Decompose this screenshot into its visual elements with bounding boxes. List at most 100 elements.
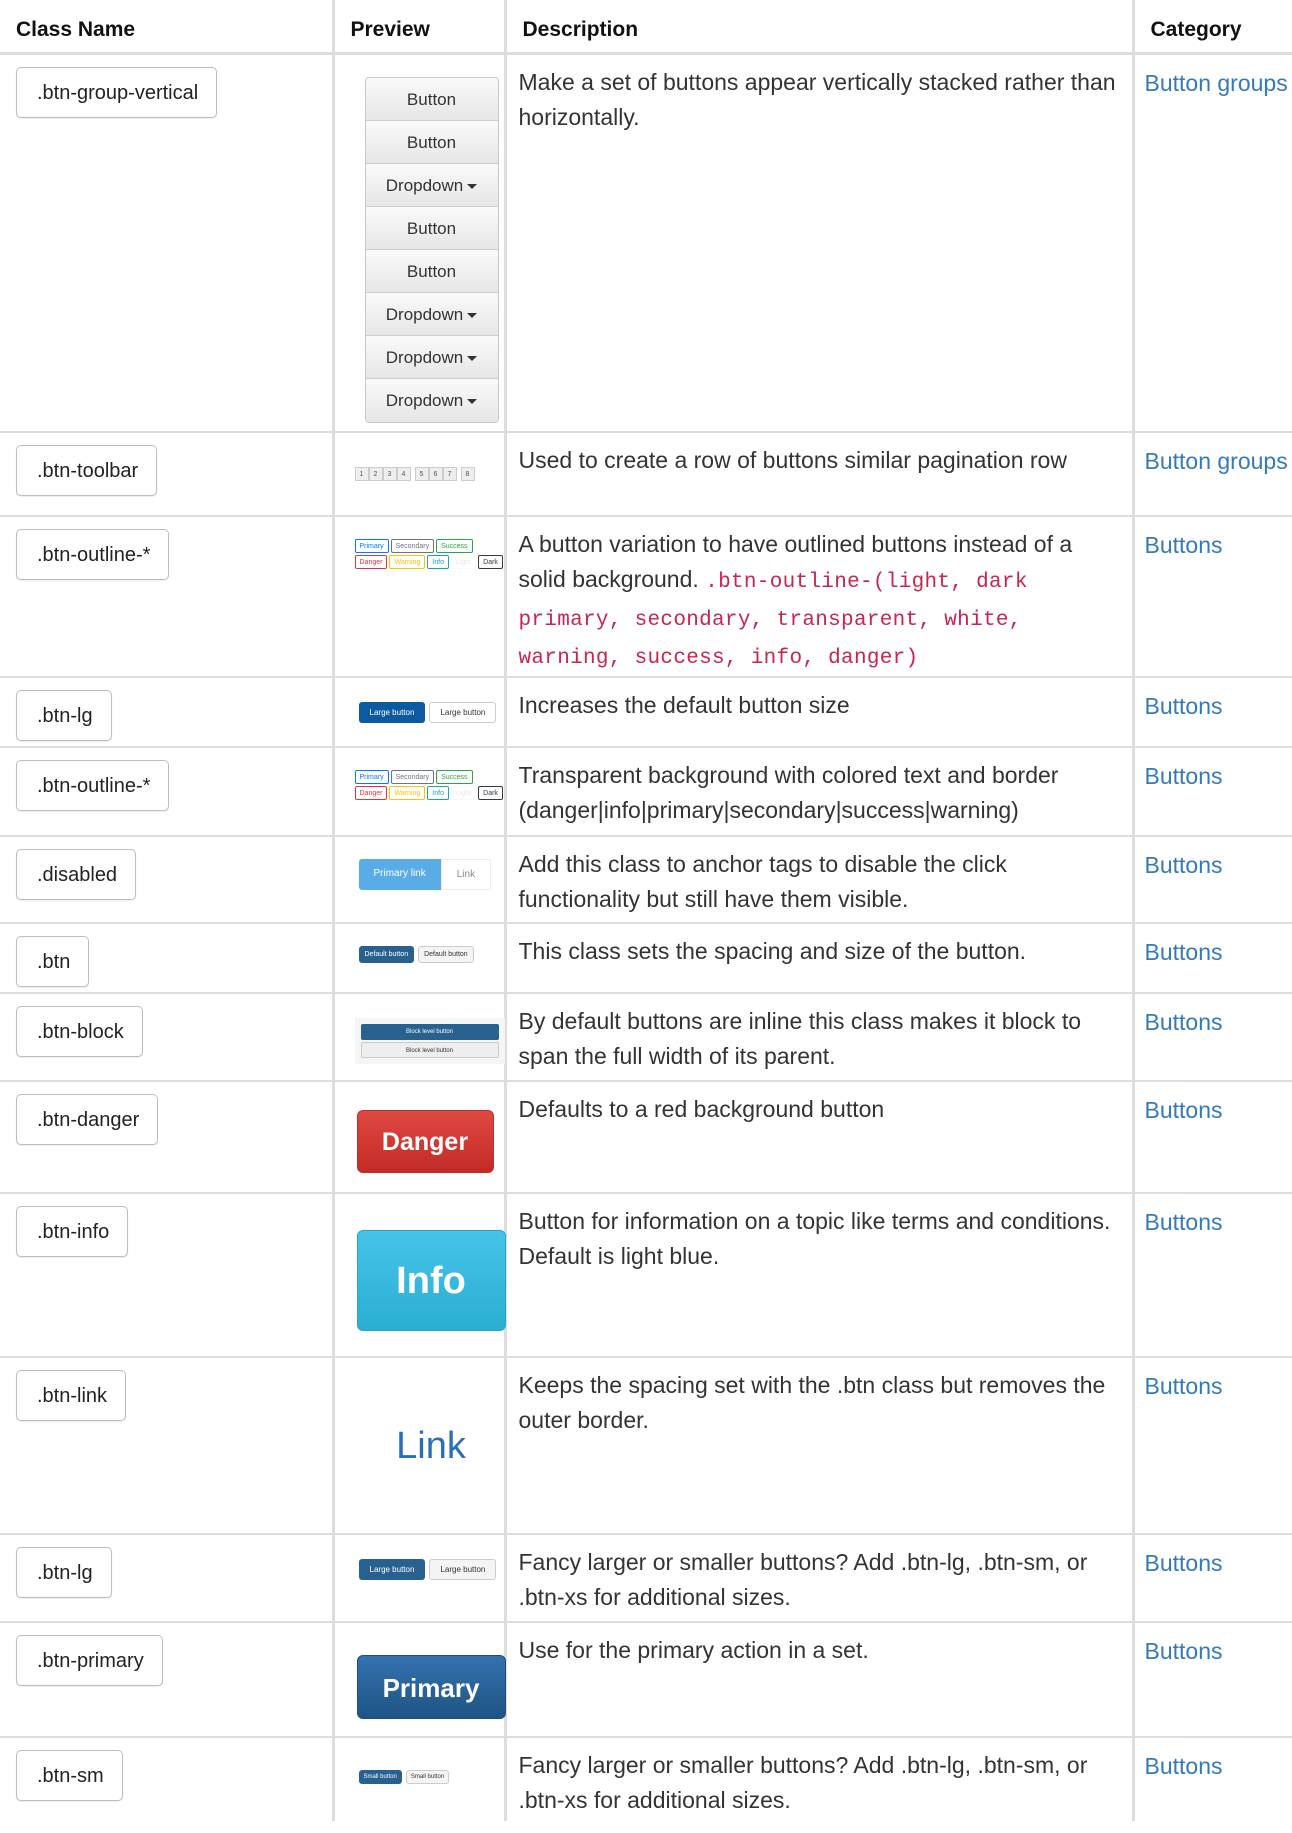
- header-preview: Preview: [331, 0, 505, 55]
- description-text: This class sets the spacing and size of …: [503, 921, 1133, 993]
- large-buttons-preview: Large button Large button: [358, 1558, 504, 1580]
- header-description: Description: [503, 0, 1133, 55]
- category-link[interactable]: Buttons: [1145, 1097, 1223, 1123]
- outline-buttons-preview: Primary Secondary Success Danger Warning…: [354, 538, 505, 569]
- preview-dropdown: Dropdown: [365, 293, 498, 336]
- table-row: .btn-toolbar 1234 567 8 Used to create a…: [0, 430, 1292, 516]
- class-name-button[interactable]: .disabled: [16, 848, 137, 900]
- preview-cell: Large button Large button: [331, 1532, 505, 1622]
- description-text: Use for the primary action in a set.: [503, 1620, 1133, 1737]
- category-link[interactable]: Buttons: [1145, 939, 1223, 965]
- block-buttons-preview: Block level button Block level button: [354, 1017, 505, 1064]
- preview-cell: Primary Secondary Success Danger Warning…: [331, 514, 505, 677]
- bootstrap-class-table: Class Name Preview Description Category …: [0, 0, 1292, 1821]
- description-text: Keeps the spacing set with the .btn clas…: [503, 1355, 1133, 1534]
- table-row: .btn-link Link Keeps the spacing set wit…: [0, 1355, 1292, 1534]
- class-name-button[interactable]: .btn-block: [16, 1005, 143, 1057]
- class-name-button[interactable]: .btn-toolbar: [16, 444, 158, 496]
- preview-button: Button: [365, 207, 498, 250]
- preview-cell: 1234 567 8: [331, 430, 505, 516]
- header-category: Category: [1131, 0, 1292, 55]
- description-text: Make a set of buttons appear vertically …: [503, 52, 1133, 432]
- preview-cell: Default button Default button: [331, 921, 505, 993]
- description-text: Fancy larger or smaller buttons? Add .bt…: [503, 1532, 1133, 1622]
- description-text: Button for information on a topic like t…: [503, 1191, 1133, 1357]
- class-name-button[interactable]: .btn-sm: [16, 1749, 123, 1801]
- preview-cell: Small button Small button: [331, 1735, 505, 1821]
- class-name-button[interactable]: .btn-link: [16, 1369, 127, 1421]
- preview-cell: Link: [331, 1355, 505, 1534]
- description-text: Fancy larger or smaller buttons? Add .bt…: [503, 1735, 1133, 1821]
- vertical-button-group-preview: Button Button Dropdown Button Button Dro…: [364, 77, 499, 423]
- category-link[interactable]: Button groups: [1145, 70, 1288, 96]
- outline-buttons-preview: Primary Secondary Success Danger Warning…: [354, 769, 505, 800]
- category-link[interactable]: Buttons: [1145, 852, 1223, 878]
- preview-cell: Large button Large button: [331, 675, 505, 747]
- header-class-name: Class Name: [0, 0, 333, 55]
- danger-button-preview: Danger: [356, 1109, 494, 1173]
- table-row: .btn-block Block level button Block leve…: [0, 991, 1292, 1081]
- category-link[interactable]: Buttons: [1145, 1209, 1223, 1235]
- description-text: A button variation to have outlined butt…: [503, 514, 1133, 677]
- table-row: .btn Default button Default button This …: [0, 921, 1292, 993]
- primary-button-preview: Primary: [356, 1654, 506, 1719]
- class-name-button[interactable]: .btn-primary: [16, 1634, 163, 1686]
- category-link[interactable]: Buttons: [1145, 1009, 1223, 1035]
- category-link[interactable]: Buttons: [1145, 532, 1223, 558]
- disabled-links-preview: Primary link Link: [358, 858, 504, 890]
- preview-cell: Primary Secondary Success Danger Warning…: [331, 745, 505, 836]
- table-row: .btn-danger Danger Defaults to a red bac…: [0, 1079, 1292, 1193]
- preview-cell: Button Button Dropdown Button Button Dro…: [331, 52, 505, 432]
- preview-button: Button: [365, 250, 498, 293]
- description-text: Transparent background with colored text…: [503, 745, 1133, 836]
- category-link[interactable]: Buttons: [1145, 1550, 1223, 1576]
- class-name-button[interactable]: .btn-lg: [16, 1546, 112, 1598]
- class-name-button[interactable]: .btn-info: [16, 1205, 129, 1257]
- default-buttons-preview: Default button Default button: [358, 945, 504, 963]
- table-row: .btn-primary Primary Use for the primary…: [0, 1620, 1292, 1737]
- caret-down-icon: [467, 399, 478, 405]
- class-name-button[interactable]: .btn-outline-*: [16, 528, 170, 580]
- preview-cell: Block level button Block level button: [331, 991, 505, 1081]
- table-row: .btn-info Info Button for information on…: [0, 1191, 1292, 1357]
- preview-cell: Danger: [331, 1079, 505, 1193]
- table-row: .btn-group-vertical Button Button Dropdo…: [0, 52, 1292, 432]
- class-name-button[interactable]: .btn-danger: [16, 1093, 159, 1145]
- preview-button: Button: [365, 121, 498, 164]
- caret-down-icon: [467, 356, 478, 362]
- table-row: .btn-sm Small button Small button Fancy …: [0, 1735, 1292, 1821]
- large-buttons-preview: Large button Large button: [358, 701, 504, 723]
- info-button-preview: Info: [356, 1229, 506, 1331]
- class-name-button[interactable]: .btn-group-vertical: [16, 67, 218, 118]
- category-link[interactable]: Buttons: [1145, 1373, 1223, 1399]
- description-text: Used to create a row of buttons similar …: [503, 430, 1133, 516]
- class-name-button[interactable]: .btn-lg: [16, 689, 112, 741]
- table-row: .disabled Primary link Link Add this cla…: [0, 834, 1292, 923]
- caret-down-icon: [467, 184, 478, 190]
- table-row: .btn-outline-* Primary Secondary Success…: [0, 745, 1292, 836]
- preview-cell: Primary: [331, 1620, 506, 1737]
- preview-dropdown: Dropdown: [365, 336, 498, 379]
- link-button-preview: Link: [396, 1424, 466, 1467]
- preview-dropdown: Dropdown: [365, 164, 498, 207]
- toolbar-preview: 1234 567 8: [354, 466, 504, 481]
- small-buttons-preview: Small button Small button: [358, 1769, 504, 1784]
- category-link[interactable]: Buttons: [1145, 1753, 1223, 1779]
- description-text: Increases the default button size: [503, 675, 1133, 747]
- category-link[interactable]: Buttons: [1145, 1638, 1223, 1664]
- table-row: .btn-lg Large button Large button Fancy …: [0, 1532, 1292, 1622]
- category-link[interactable]: Buttons: [1145, 693, 1223, 719]
- category-link[interactable]: Button groups: [1145, 448, 1288, 474]
- caret-down-icon: [467, 313, 478, 319]
- table-row: .btn-lg Large button Large button Increa…: [0, 675, 1292, 747]
- category-link[interactable]: Buttons: [1145, 763, 1223, 789]
- header-row: Class Name Preview Description Category: [0, 0, 1292, 55]
- description-text: By default buttons are inline this class…: [503, 991, 1133, 1081]
- class-name-button[interactable]: .btn-outline-*: [16, 759, 170, 811]
- preview-button: Button: [365, 78, 498, 121]
- table-row: .btn-outline-* Primary Secondary Success…: [0, 514, 1292, 677]
- preview-cell: Info: [331, 1191, 506, 1357]
- preview-dropdown: Dropdown: [365, 379, 498, 422]
- class-name-button[interactable]: .btn: [16, 935, 90, 987]
- preview-cell: Primary link Link: [331, 834, 505, 923]
